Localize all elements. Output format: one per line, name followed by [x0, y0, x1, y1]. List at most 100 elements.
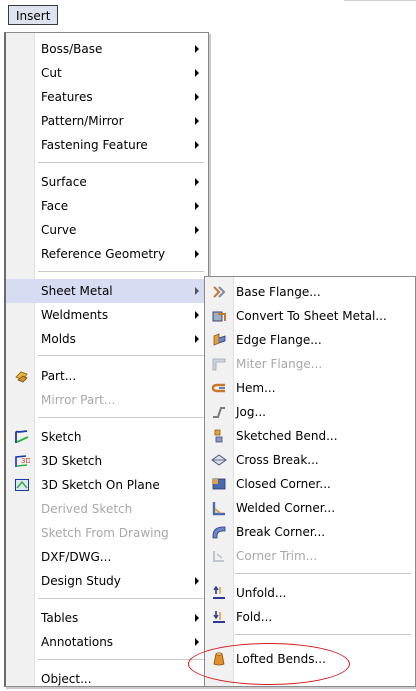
- unfold-icon: [213, 585, 225, 599]
- menu-item-label: Part...: [41, 369, 77, 383]
- menu-item-weldments[interactable]: Weldments: [6, 303, 208, 327]
- menu-separator: [38, 162, 204, 163]
- menu-item-label: Tables: [41, 611, 79, 625]
- menu-item-label: Molds: [41, 332, 76, 346]
- menu-item-label: Mirror Part...: [41, 393, 116, 407]
- menu-item-label: Sketched Bend...: [236, 429, 338, 443]
- cross-break-icon: [211, 454, 227, 466]
- menu-separator: [38, 598, 204, 599]
- menu-item-pattern-mirror[interactable]: Pattern/Mirror: [6, 109, 208, 133]
- menu-item-sketch[interactable]: Sketch: [6, 425, 208, 449]
- menu-item-mirror-part[interactable]: Mirror Part...: [6, 388, 208, 412]
- menu-item-label: Design Study: [41, 574, 121, 588]
- menu-item-label: Edge Flange...: [236, 333, 322, 347]
- menu-item-boss-base[interactable]: Boss/Base: [6, 37, 208, 61]
- menu-item-curve[interactable]: Curve: [6, 218, 208, 242]
- menu-item-miter-flange[interactable]: Miter Flange...: [205, 352, 415, 376]
- menu-item-cross-break[interactable]: Cross Break...: [205, 448, 415, 472]
- submenu-arrow-icon: [195, 287, 199, 295]
- menu-separator: [38, 271, 204, 272]
- menu-item-label: Welded Corner...: [236, 501, 336, 515]
- menu-separator: [38, 417, 204, 418]
- menu-item-label: Corner Trim...: [236, 549, 318, 563]
- menu-item-edge-flange[interactable]: Edge Flange...: [205, 328, 415, 352]
- submenu-arrow-icon: [195, 69, 199, 77]
- menu-item-label: Fastening Feature: [41, 138, 148, 152]
- menu-item-dxf-dwg[interactable]: DXF/DWG...: [6, 545, 208, 569]
- sheet-metal-submenu: Base Flange... Convert To Sheet Metal...…: [204, 276, 416, 687]
- menu-item-corner-trim[interactable]: Corner Trim...: [205, 544, 415, 568]
- menu-item-reference-geometry[interactable]: Reference Geometry: [6, 242, 208, 266]
- submenu-arrow-icon: [195, 311, 199, 319]
- menu-item-hem[interactable]: Hem...: [205, 376, 415, 400]
- menu-item-break-corner[interactable]: Break Corner...: [205, 520, 415, 544]
- menu-item-design-study[interactable]: Design Study: [6, 569, 208, 593]
- menu-item-closed-corner[interactable]: Closed Corner...: [205, 472, 415, 496]
- insert-menu-button[interactable]: Insert: [8, 5, 59, 25]
- menu-item-label: Reference Geometry: [41, 247, 166, 261]
- menu-item-label: Miter Flange...: [236, 357, 323, 371]
- menu-item-sheet-metal[interactable]: Sheet Metal: [6, 279, 208, 303]
- menu-item-label: Fold...: [236, 610, 273, 624]
- menu-item-label: Surface: [41, 175, 87, 189]
- menu-item-molds[interactable]: Molds: [6, 327, 208, 351]
- closed-corner-icon: [212, 478, 226, 490]
- menu-item-label: Weldments: [41, 308, 109, 322]
- submenu-arrow-icon: [195, 335, 199, 343]
- menu-item-label: Face: [41, 199, 69, 213]
- menu-separator: [235, 573, 411, 574]
- menu-item-base-flange[interactable]: Base Flange...: [205, 280, 415, 304]
- welded-corner-icon: [212, 502, 225, 516]
- sketch-icon: [15, 430, 29, 443]
- submenu-arrow-icon: [195, 178, 199, 186]
- menu-item-surface[interactable]: Surface: [6, 170, 208, 194]
- submenu-arrow-icon: [195, 93, 199, 101]
- menu-item-cut[interactable]: Cut: [6, 61, 208, 85]
- menu-item-unfold[interactable]: Unfold...: [205, 581, 415, 605]
- menu-item-label: 3D Sketch: [41, 454, 103, 468]
- submenu-arrow-icon: [195, 250, 199, 258]
- menu-item-label: DXF/DWG...: [41, 550, 112, 564]
- menu-separator: [235, 634, 411, 635]
- insert-menu: Boss/Base Cut Features Pattern/Mirror Fa…: [4, 32, 209, 687]
- menu-item-label: Annotations: [41, 635, 114, 649]
- menu-item-annotations[interactable]: Annotations: [6, 630, 208, 654]
- submenu-arrow-icon: [195, 141, 199, 149]
- menu-item-3d-sketch-on-plane[interactable]: 3D Sketch On Plane: [6, 473, 208, 497]
- menu-item-label: 3D Sketch On Plane: [41, 478, 160, 492]
- corner-trim-icon: [213, 551, 224, 562]
- menu-item-part[interactable]: Part...: [6, 364, 208, 388]
- submenu-arrow-icon: [195, 614, 199, 622]
- menu-item-jog[interactable]: Jog...: [205, 400, 415, 424]
- sketched-bend-icon: [214, 429, 223, 443]
- menu-item-face[interactable]: Face: [6, 194, 208, 218]
- menu-item-derived-sketch[interactable]: Derived Sketch: [6, 497, 208, 521]
- menu-item-label: Unfold...: [236, 586, 287, 600]
- menu-item-convert-to-sheet-metal[interactable]: Convert To Sheet Metal...: [205, 304, 415, 328]
- menu-item-label: Hem...: [236, 381, 276, 395]
- menu-item-fastening-feature[interactable]: Fastening Feature: [6, 133, 208, 157]
- menu-item-label: Pattern/Mirror: [41, 114, 124, 128]
- menu-item-object[interactable]: Object...: [6, 667, 208, 691]
- menu-item-label: Features: [41, 90, 93, 104]
- menu-item-sketch-from-drawing[interactable]: Sketch From Drawing: [6, 521, 208, 545]
- 3d-sketch-on-plane-icon: [15, 479, 29, 491]
- menu-item-sketched-bend[interactable]: Sketched Bend...: [205, 424, 415, 448]
- menu-item-welded-corner[interactable]: Welded Corner...: [205, 496, 415, 520]
- base-flange-icon: [213, 286, 226, 298]
- divider: [344, 0, 416, 1]
- menu-item-label: Closed Corner...: [236, 477, 331, 491]
- menu-item-3d-sketch[interactable]: 3D 3D Sketch: [6, 449, 208, 473]
- menu-separator: [38, 355, 204, 356]
- menu-item-tables[interactable]: Tables: [6, 606, 208, 630]
- hem-icon: [211, 383, 225, 393]
- menu-item-fold[interactable]: Fold...: [205, 605, 415, 629]
- menu-bar: Insert: [0, 0, 416, 34]
- fold-icon: [213, 611, 225, 623]
- menu-item-label: Curve: [41, 223, 77, 237]
- submenu-arrow-icon: [195, 117, 199, 125]
- menu-item-features[interactable]: Features: [6, 85, 208, 109]
- menu-item-label: Derived Sketch: [41, 502, 133, 516]
- break-corner-icon: [212, 526, 226, 539]
- menu-item-label: Sketch From Drawing: [41, 526, 169, 540]
